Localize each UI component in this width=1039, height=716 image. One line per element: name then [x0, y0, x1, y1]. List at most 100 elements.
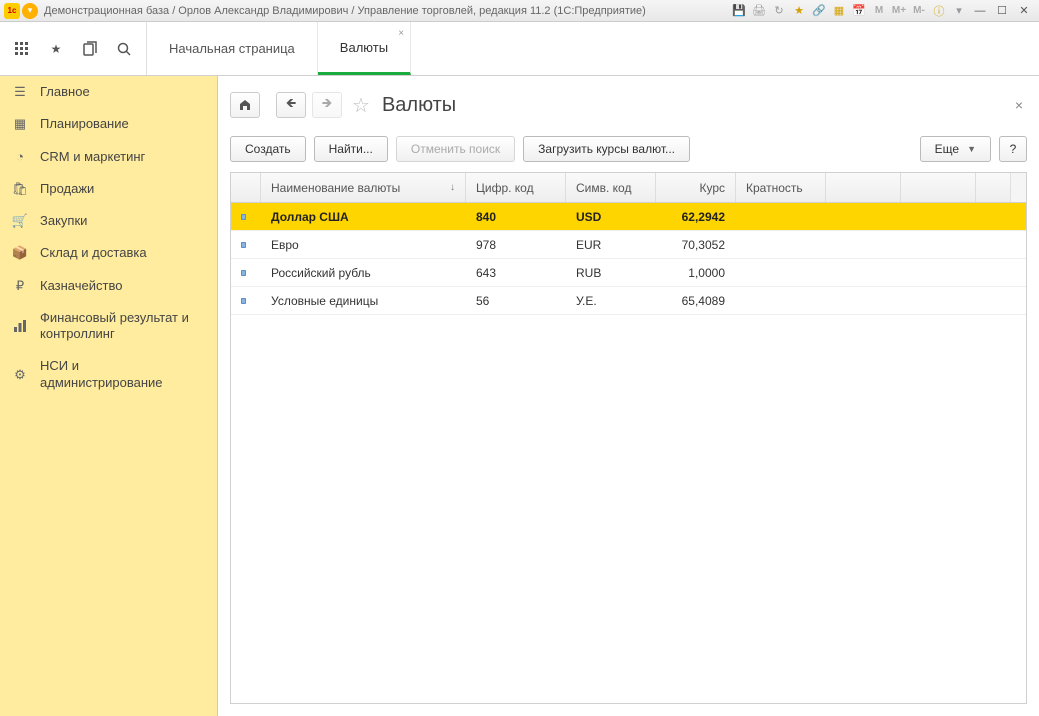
- minimize-icon[interactable]: —: [969, 3, 991, 19]
- load-rates-button[interactable]: Загрузить курсы валют...: [523, 136, 690, 162]
- col-extra2-header[interactable]: [901, 173, 976, 202]
- sidebar-item-crm[interactable]: ◔ CRM и маркетинг: [0, 141, 217, 173]
- cell-symbol: EUR: [566, 238, 656, 252]
- home-button[interactable]: [230, 92, 260, 118]
- sidebar-item-label: Финансовый результат и контроллинг: [40, 310, 205, 343]
- sidebar-item-label: Закупки: [40, 213, 87, 229]
- col-rate-header[interactable]: Курс: [656, 173, 736, 202]
- sidebar-item-sales[interactable]: 🛍 Продажи: [0, 173, 217, 205]
- cell-rate: 70,3052: [656, 238, 736, 252]
- m-minus-icon[interactable]: M-: [910, 3, 928, 19]
- sidebar-item-warehouse[interactable]: 📦 Склад и доставка: [0, 237, 217, 269]
- refresh-icon[interactable]: ↻: [770, 3, 788, 19]
- more-button[interactable]: Еще▼: [920, 136, 991, 162]
- forward-button[interactable]: 🡺: [312, 92, 342, 118]
- currency-row-icon: [241, 242, 246, 248]
- gear-icon: ⚙: [12, 367, 28, 383]
- cell-rate: 62,2942: [656, 210, 736, 224]
- tab-home[interactable]: Начальная страница: [147, 22, 318, 75]
- col-mult-header[interactable]: Кратность: [736, 173, 826, 202]
- row-icon-cell: [231, 242, 261, 248]
- table-row[interactable]: Доллар США 840 USD 62,2942: [231, 203, 1026, 231]
- cart-icon: 🛒: [12, 213, 28, 229]
- sidebar-item-finance[interactable]: Финансовый результат и контроллинг: [0, 302, 217, 351]
- tab-close-icon[interactable]: ×: [398, 28, 404, 39]
- sidebar-item-label: Склад и доставка: [40, 245, 147, 261]
- scrollbar[interactable]: [1010, 173, 1026, 202]
- col-extra1-header[interactable]: [826, 173, 901, 202]
- sidebar-item-main[interactable]: ☰ Главное: [0, 76, 217, 108]
- col-code-header[interactable]: Цифр. код: [466, 173, 566, 202]
- list-icon: ☰: [12, 84, 28, 100]
- box-icon: 📦: [12, 245, 28, 261]
- table-row[interactable]: Евро 978 EUR 70,3052: [231, 231, 1026, 259]
- find-button[interactable]: Найти...: [314, 136, 388, 162]
- load-rates-label: Загрузить курсы валют...: [538, 142, 675, 156]
- back-button[interactable]: 🡸: [276, 92, 306, 118]
- app-icon: 1c: [4, 3, 20, 19]
- col-symbol-header[interactable]: Симв. код: [566, 173, 656, 202]
- cancel-search-label: Отменить поиск: [411, 142, 500, 156]
- currency-row-icon: [241, 298, 246, 304]
- m-plus-icon[interactable]: M+: [890, 3, 908, 19]
- sidebar-item-label: НСИ и администрирование: [40, 358, 205, 391]
- cancel-search-button: Отменить поиск: [396, 136, 515, 162]
- cell-symbol: USD: [566, 210, 656, 224]
- chevron-down-icon: ▼: [967, 144, 976, 154]
- help-button[interactable]: ?: [999, 136, 1027, 162]
- tab-home-label: Начальная страница: [169, 41, 295, 56]
- favorite-icon[interactable]: ★: [40, 33, 72, 65]
- action-bar: Создать Найти... Отменить поиск Загрузит…: [230, 132, 1027, 172]
- content: 🡸 🡺 ☆ Валюты × Создать Найти... Отменить…: [218, 76, 1039, 716]
- star-icon[interactable]: ★: [790, 3, 808, 19]
- m-icon[interactable]: M: [870, 3, 888, 19]
- sidebar-item-purchases[interactable]: 🛒 Закупки: [0, 205, 217, 237]
- favorite-star-icon[interactable]: ☆: [352, 93, 370, 118]
- maximize-icon[interactable]: ☐: [991, 3, 1013, 19]
- top-toolbar: ★ Начальная страница Валюты ×: [0, 22, 1039, 76]
- search-icon[interactable]: [108, 33, 140, 65]
- row-icon-cell: [231, 214, 261, 220]
- col-name-header[interactable]: Наименование валюты ↓: [261, 173, 466, 202]
- col-icon-header[interactable]: [231, 173, 261, 202]
- col-extra3-header[interactable]: [976, 173, 1010, 202]
- currency-row-icon: [241, 214, 246, 220]
- sidebar-item-treasury[interactable]: ₽ Казначейство: [0, 270, 217, 302]
- apps-icon[interactable]: [6, 33, 38, 65]
- bag-icon: 🛍: [12, 181, 28, 197]
- chart-icon: [12, 318, 28, 334]
- sidebar: ☰ Главное ▦ Планирование ◔ CRM и маркети…: [0, 76, 218, 716]
- link-icon[interactable]: 🔗: [810, 3, 828, 19]
- currency-table: Наименование валюты ↓ Цифр. код Симв. ко…: [230, 172, 1027, 704]
- tab-currencies[interactable]: Валюты ×: [318, 22, 411, 75]
- history-icon[interactable]: [74, 33, 106, 65]
- sidebar-item-planning[interactable]: ▦ Планирование: [0, 108, 217, 140]
- create-button[interactable]: Создать: [230, 136, 306, 162]
- row-icon-cell: [231, 298, 261, 304]
- main: ☰ Главное ▦ Планирование ◔ CRM и маркети…: [0, 76, 1039, 716]
- print-icon[interactable]: 🖨: [750, 3, 768, 19]
- table-row[interactable]: Условные единицы 56 У.Е. 65,4089: [231, 287, 1026, 315]
- info-dropdown-icon[interactable]: ▾: [950, 3, 968, 19]
- tab-currencies-label: Валюты: [340, 40, 388, 55]
- col-symbol-label: Симв. код: [576, 181, 631, 195]
- cell-rate: 65,4089: [656, 294, 736, 308]
- window-title: Демонстрационная база / Орлов Александр …: [44, 5, 646, 17]
- toolbar-left: ★: [0, 22, 147, 75]
- page-close-icon[interactable]: ×: [1011, 93, 1027, 117]
- app-menu-icon[interactable]: ▾: [22, 3, 38, 19]
- cell-rate: 1,0000: [656, 266, 736, 280]
- col-rate-label: Курс: [699, 181, 725, 195]
- col-name-label: Наименование валюты: [271, 181, 400, 195]
- save-icon[interactable]: 💾: [730, 3, 748, 19]
- col-mult-label: Кратность: [746, 181, 803, 195]
- table-row[interactable]: Российский рубль 643 RUB 1,0000: [231, 259, 1026, 287]
- calc-icon[interactable]: ▦: [830, 3, 848, 19]
- cell-code: 978: [466, 238, 566, 252]
- info-icon[interactable]: ⓘ: [930, 3, 948, 19]
- calendar-icon[interactable]: 📅: [850, 3, 868, 19]
- page-header: 🡸 🡺 ☆ Валюты ×: [230, 86, 1027, 132]
- close-window-icon[interactable]: ✕: [1013, 3, 1035, 19]
- cell-name: Евро: [261, 238, 466, 252]
- sidebar-item-admin[interactable]: ⚙ НСИ и администрирование: [0, 350, 217, 399]
